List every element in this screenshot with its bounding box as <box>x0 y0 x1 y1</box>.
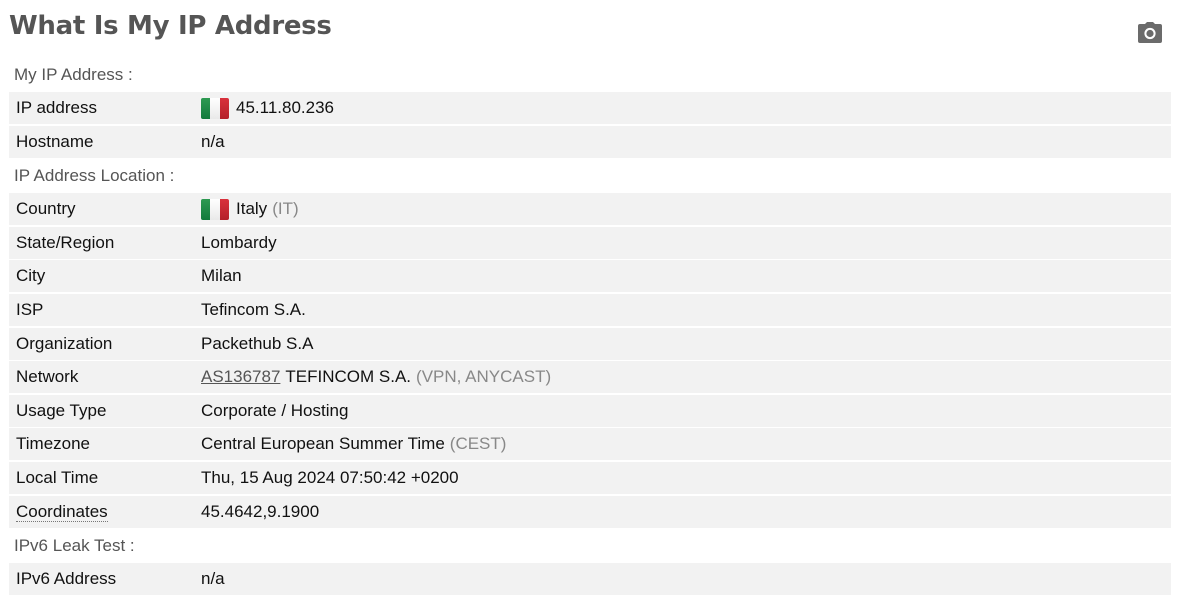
row-key: City <box>16 266 46 286</box>
row-ipv6-address: IPv6 Address n/a <box>9 563 1171 596</box>
asn-link[interactable]: AS136787 <box>201 367 280 387</box>
row-ip-address: IP address 45.11.80.236 <box>9 92 1171 124</box>
section-label-ipv6: IPv6 Leak Test : <box>14 536 135 556</box>
country-value: Italy <box>236 199 268 219</box>
page-title: What Is My IP Address <box>9 11 332 41</box>
italy-flag-icon <box>201 97 229 119</box>
row-key: Network <box>16 367 79 387</box>
row-network: Network AS136787 TEFINCOM S.A. (VPN, ANY… <box>9 361 1171 394</box>
row-key: Usage Type <box>16 400 107 420</box>
row-key: ISP <box>16 299 44 319</box>
row-key: Coordinates <box>9 501 201 522</box>
row-timezone: Timezone Central European Summer Time (C… <box>9 428 1171 461</box>
section-label-location: IP Address Location : <box>14 166 175 186</box>
row-key: IPv6 Address <box>16 569 117 589</box>
row-key: Timezone <box>16 434 91 454</box>
row-state-region: State/Region Lombardy <box>9 226 1171 259</box>
row-key: Country <box>16 199 76 219</box>
row-usage-type: Usage Type Corporate / Hosting <box>9 394 1171 427</box>
coordinates-value: 45.4642,9.1900 <box>201 501 320 521</box>
row-value: Italy (IT) <box>201 198 1171 220</box>
ip-info-panel: My IP Address : IP address 45.11.80.236 … <box>9 58 1171 597</box>
network-name: TEFINCOM S.A. <box>285 367 412 387</box>
row-key: Local Time <box>16 467 99 487</box>
row-key: Hostname <box>16 131 94 151</box>
coordinates-label[interactable]: Coordinates <box>16 501 108 522</box>
row-value: AS136787 TEFINCOM S.A. (VPN, ANYCAST) <box>201 367 1171 387</box>
section-label-my-ip: My IP Address : <box>14 65 133 84</box>
row-city: City Milan <box>9 260 1171 293</box>
state-value: Lombardy <box>201 232 277 252</box>
italy-flag-icon <box>201 198 229 220</box>
timezone-value: Central European Summer Time <box>201 434 445 454</box>
row-key: IP address <box>16 98 97 117</box>
hostname-value: n/a <box>201 131 225 151</box>
row-local-time: Local Time Thu, 15 Aug 2024 07:50:42 +02… <box>9 461 1171 494</box>
row-key: State/Region <box>16 232 115 252</box>
row-key: Organization <box>16 333 113 353</box>
country-code: (IT) <box>272 199 299 219</box>
local-time-value: Thu, 15 Aug 2024 07:50:42 +0200 <box>201 467 459 487</box>
row-hostname: Hostname n/a <box>9 125 1171 158</box>
row-value: 45.11.80.236 <box>201 97 1171 119</box>
network-tags: (VPN, ANYCAST) <box>416 367 552 387</box>
row-isp: ISP Tefincom S.A. <box>9 293 1171 326</box>
organization-value: Packethub S.A <box>201 333 314 353</box>
timezone-abbr: (CEST) <box>449 434 507 454</box>
row-organization: Organization Packethub S.A <box>9 327 1171 360</box>
row-coordinates: Coordinates 45.4642,9.1900 <box>9 495 1171 528</box>
isp-value: Tefincom S.A. <box>201 299 306 319</box>
usage-type-value: Corporate / Hosting <box>201 400 349 420</box>
row-country: Country Italy (IT) <box>9 193 1171 226</box>
camera-icon[interactable] <box>1136 21 1164 45</box>
city-value: Milan <box>201 266 242 286</box>
ip-address-value: 45.11.80.236 <box>236 98 334 117</box>
row-value: Central European Summer Time (CEST) <box>201 434 1171 454</box>
ipv6-address-value: n/a <box>201 569 225 589</box>
